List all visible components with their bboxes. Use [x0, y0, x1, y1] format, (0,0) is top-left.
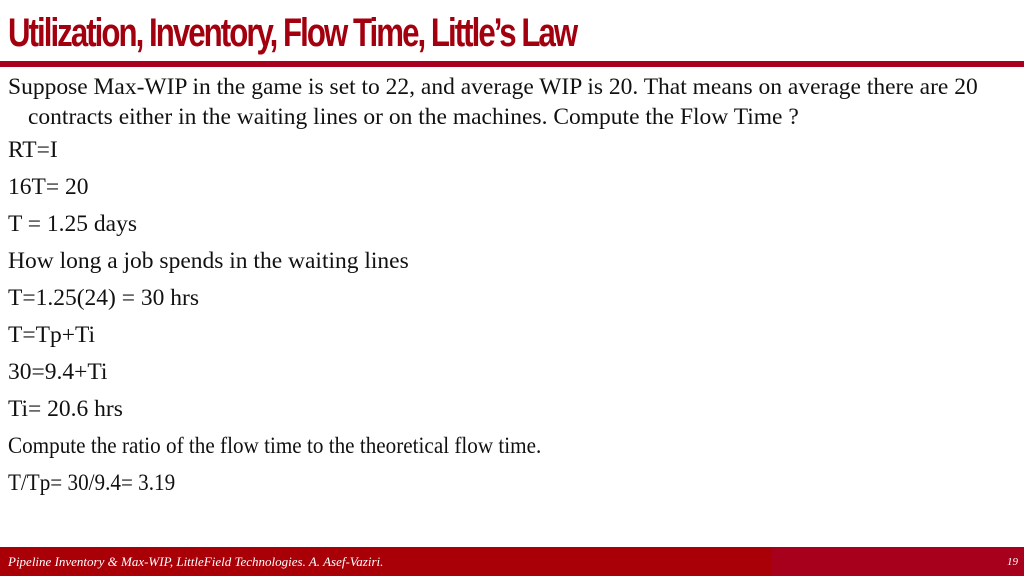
question-line: Compute the ratio of the flow time to th… [8, 428, 1018, 465]
equation-line: 16T= 20 [8, 174, 89, 200]
result-line: T = 1.25 days [8, 211, 138, 237]
result-line-text: T/Tp= 30/9.4= 3.19 [8, 470, 176, 496]
question-line-text: Compute the ratio of the flow time to th… [8, 433, 542, 459]
footer-bar: Pipeline Inventory & Max-WIP, LittleFiel… [0, 547, 1024, 576]
equation-line: T=Tp+Ti [8, 322, 96, 348]
equation-line: T=1.25(24) = 30 hrs [8, 285, 199, 311]
equation-line: RT=I [8, 137, 58, 163]
page-number: 19 [1007, 556, 1018, 568]
slide-body: Suppose Max-WIP in the game is set to 22… [8, 72, 1018, 502]
result-line: Ti= 20.6 hrs [8, 396, 123, 422]
footer-caption: Pipeline Inventory & Max-WIP, LittleFiel… [8, 554, 384, 569]
question-line: How long a job spends in the waiting lin… [8, 248, 409, 274]
equation-line: 30=9.4+Ti [8, 359, 108, 385]
title-divider [0, 61, 1024, 67]
slide-title: Utilization, Inventory, Flow Time, Littl… [8, 11, 578, 55]
question-paragraph: Suppose Max-WIP in the game is set to 22… [8, 74, 978, 130]
result-line: T/Tp= 30/9.4= 3.19 [8, 465, 1018, 502]
